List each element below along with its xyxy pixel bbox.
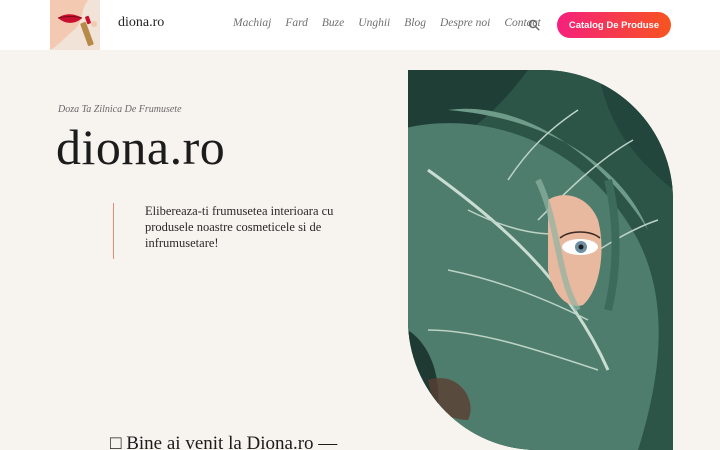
main-nav: Machiaj Fard Buze Unghii Blog Despre noi… bbox=[233, 17, 555, 29]
site-logo-text[interactable]: diona.ro bbox=[118, 15, 164, 31]
nav-item-despre-noi[interactable]: Despre noi bbox=[440, 17, 490, 29]
catalog-button[interactable]: Catalog De Produse bbox=[557, 12, 671, 38]
nav-item-unghii[interactable]: Unghii bbox=[358, 17, 390, 29]
logo-image[interactable] bbox=[50, 0, 100, 50]
search-icon[interactable] bbox=[528, 19, 540, 31]
quote-divider bbox=[113, 203, 114, 259]
lipstick-portrait-image bbox=[50, 0, 100, 50]
hero-title: diona.ro bbox=[56, 119, 226, 175]
nav-item-blog[interactable]: Blog bbox=[404, 17, 426, 29]
nav-item-fard[interactable]: Fard bbox=[285, 17, 308, 29]
nav-item-machiaj[interactable]: Machiaj bbox=[233, 17, 271, 29]
leaf-eye-photo bbox=[408, 70, 673, 450]
welcome-heading: □ Bine ai venit la Diona.ro — bbox=[110, 433, 338, 450]
site-header: diona.ro Machiaj Fard Buze Unghii Blog D… bbox=[0, 0, 720, 50]
nav-item-buze[interactable]: Buze bbox=[322, 17, 344, 29]
hero-quote: Elibereaza-ti frumusetea interioara cu p… bbox=[145, 204, 334, 250]
hero-tagline: Doza Ta Zilnica De Frumusete bbox=[58, 104, 182, 115]
hero-image bbox=[408, 70, 673, 450]
